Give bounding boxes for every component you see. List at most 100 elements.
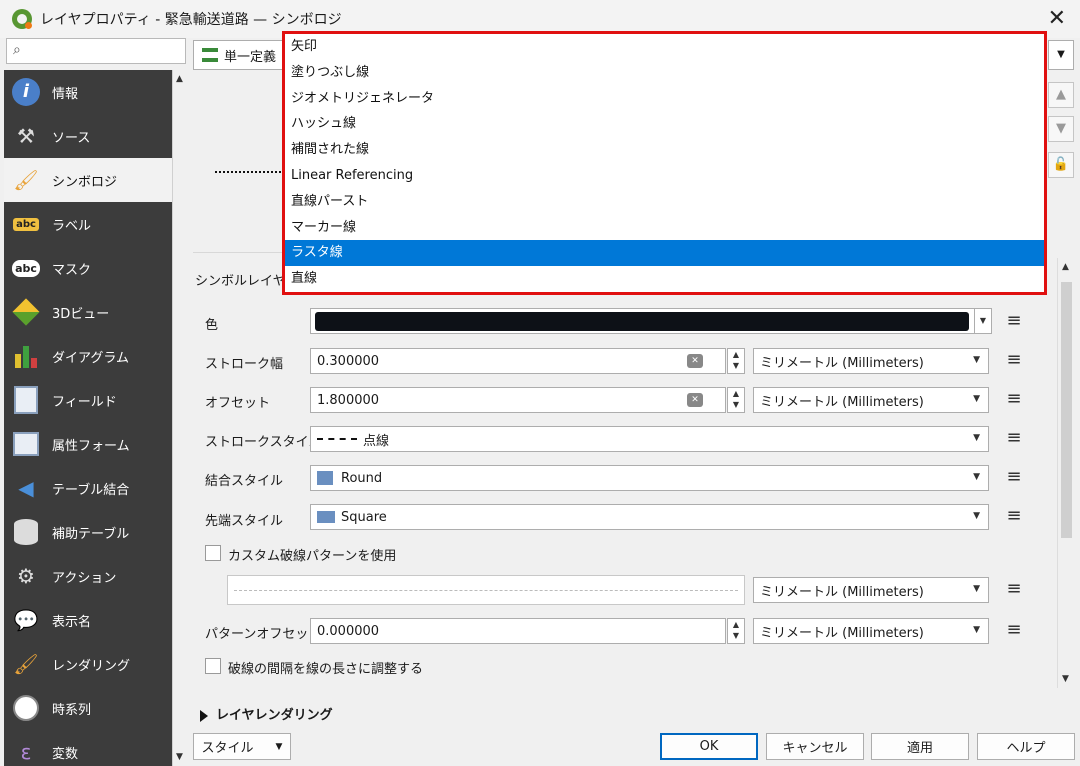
custom-dash-pattern-button[interactable] [227, 575, 745, 605]
scroll-down-icon[interactable]: ▼ [176, 752, 183, 762]
dropdown-item[interactable]: Linear Referencing [285, 163, 1044, 189]
scroll-down-icon[interactable]: ▼ [1062, 674, 1069, 684]
main-scrollbar[interactable]: ▲ ▼ [1057, 258, 1075, 688]
variables-icon: ε [20, 740, 32, 764]
move-down-icon[interactable]: ▼ [1048, 116, 1074, 142]
sidebar-item-label: 表示名 [52, 614, 92, 630]
symbol-layer-type-dropdown[interactable]: 矢印 塗りつぶし線 ジオメトリジェネレータ ハッシュ線 補間された線 Linea… [282, 31, 1047, 295]
data-defined-override-icon[interactable]: ≡ [1000, 578, 1028, 602]
sidebar-item-display[interactable]: 💬 表示名 [4, 598, 172, 642]
offset-value: 1.800000 [317, 392, 380, 408]
data-defined-override-icon[interactable]: ≡ [1000, 310, 1028, 334]
dropdown-item[interactable]: 塗りつぶし線 [285, 60, 1044, 86]
data-defined-override-icon[interactable]: ≡ [1000, 505, 1028, 529]
sidebar: i 情報 ⚒ ソース 🖌 シンボロジ abc ラベル abc マスク 3Dビュー… [4, 70, 172, 766]
cancel-button[interactable]: キャンセル [766, 733, 864, 760]
labels-icon: abc [10, 208, 42, 240]
sidebar-item-joins[interactable]: ◀ テーブル結合 [4, 466, 172, 510]
move-up-icon[interactable]: ▲ [1048, 82, 1074, 108]
sidebar-item-3d-view[interactable]: 3Dビュー [4, 290, 172, 334]
sidebar-scrollbar[interactable]: ▲ ▼ [172, 70, 188, 766]
clear-icon[interactable]: ✕ [687, 393, 703, 407]
diagram-icon [10, 340, 42, 372]
sidebar-item-label: ラベル [52, 218, 92, 234]
chevron-down-icon: ▼ [973, 394, 980, 404]
sidebar-item-actions[interactable]: ⚙ アクション [4, 554, 172, 598]
sidebar-item-label: 3Dビュー [52, 306, 110, 322]
stroke-style-select[interactable]: 点線 ▼ [310, 426, 989, 452]
stroke-width-unit-select[interactable]: ミリメートル (Millimeters) ▼ [753, 348, 989, 374]
ok-button[interactable]: OK [660, 733, 758, 760]
sidebar-item-symbology[interactable]: 🖌 シンボロジ [4, 158, 172, 202]
cap-style-label: 先端スタイル [205, 514, 284, 529]
layer-rendering-label: レイヤレンダリング [216, 708, 333, 723]
join-style-value: Round [341, 470, 383, 486]
scroll-up-icon[interactable]: ▲ [1062, 262, 1069, 272]
symbology-icon: 🖌 [13, 168, 39, 192]
dropdown-item[interactable]: ハッシュ線 [285, 111, 1044, 137]
data-defined-override-icon[interactable]: ≡ [1000, 388, 1028, 412]
chevron-down-icon: ▼ [973, 433, 980, 443]
layer-rendering-section[interactable]: レイヤレンダリング [200, 704, 333, 723]
offset-unit-select[interactable]: ミリメートル (Millimeters) ▼ [753, 387, 989, 413]
help-button[interactable]: ヘルプ [977, 733, 1075, 760]
pattern-offset-input[interactable]: 0.000000 [310, 618, 726, 644]
sidebar-item-label: レンダリング [52, 658, 131, 674]
expand-arrow-icon [200, 709, 208, 722]
sidebar-item-source[interactable]: ⚒ ソース [4, 114, 172, 158]
style-button[interactable]: スタイル ▼ [193, 733, 291, 760]
join-style-select[interactable]: Round ▼ [310, 465, 989, 491]
symbol-preview-line [215, 171, 285, 173]
window-title: レイヤプロパティ - 緊急輸送道路 — シンボロジ [40, 12, 342, 28]
sidebar-item-labels[interactable]: abc ラベル [4, 202, 172, 246]
stroke-style-value: 点線 [363, 433, 390, 449]
clear-icon[interactable]: ✕ [687, 354, 703, 368]
temporal-icon [10, 692, 42, 724]
stroke-width-input[interactable]: 0.300000 ✕ [310, 348, 726, 374]
3d-view-icon [10, 296, 42, 328]
apply-button[interactable]: 適用 [871, 733, 969, 760]
offset-spinner[interactable]: ▲ ▼ [727, 387, 745, 413]
sidebar-search-input[interactable]: ⌕ [6, 38, 186, 64]
sidebar-item-rendering[interactable]: 🖌 レンダリング [4, 642, 172, 686]
scrollbar-thumb[interactable] [1061, 282, 1072, 538]
pattern-offset-label: パターンオフセット [205, 627, 322, 642]
sidebar-item-diagram[interactable]: ダイアグラム [4, 334, 172, 378]
data-defined-override-icon[interactable]: ≡ [1000, 427, 1028, 451]
dropdown-item[interactable]: 直線パースト [285, 189, 1044, 215]
cap-style-select[interactable]: Square ▼ [310, 504, 989, 530]
pattern-offset-value: 0.000000 [317, 623, 380, 639]
dash-line-preview-icon [317, 438, 357, 440]
offset-input[interactable]: 1.800000 ✕ [310, 387, 726, 413]
scroll-up-icon[interactable]: ▲ [176, 74, 183, 84]
renderer-selector[interactable]: 単一定義 [193, 40, 285, 70]
stroke-width-spinner[interactable]: ▲ ▼ [727, 348, 745, 374]
chevron-down-icon: ▼ [973, 584, 980, 594]
close-icon[interactable]: ✕ [1048, 6, 1066, 31]
sidebar-item-fields[interactable]: フィールド [4, 378, 172, 422]
adjust-dash-checkbox[interactable] [205, 658, 221, 674]
sidebar-item-auxiliary-storage[interactable]: 補助テーブル [4, 510, 172, 554]
pattern-offset-spinner[interactable]: ▲ ▼ [727, 618, 745, 644]
sidebar-item-info[interactable]: i 情報 [4, 70, 172, 114]
custom-dash-label: カスタム破線パターンを使用 [228, 549, 397, 564]
data-defined-override-icon[interactable]: ≡ [1000, 349, 1028, 373]
sidebar-item-temporal[interactable]: 時系列 [4, 686, 172, 730]
dropdown-item[interactable]: 直線 [285, 266, 1044, 292]
sidebar-item-variables[interactable]: ε 変数 [4, 730, 172, 766]
dropdown-item-selected[interactable]: ラスタ線 [285, 240, 1044, 267]
lock-icon[interactable]: 🔓 [1048, 152, 1074, 178]
renderer-dropdown-arrow[interactable]: ▼ [1048, 40, 1074, 70]
dropdown-item[interactable]: 矢印 [285, 34, 1044, 60]
custom-dash-checkbox[interactable] [205, 545, 221, 561]
dropdown-item[interactable]: ジオメトリジェネレータ [285, 86, 1044, 112]
color-dropdown-arrow[interactable]: ▼ [974, 308, 992, 334]
dash-unit-select[interactable]: ミリメートル (Millimeters) ▼ [753, 577, 989, 603]
pattern-offset-unit-select[interactable]: ミリメートル (Millimeters) ▼ [753, 618, 989, 644]
data-defined-override-icon[interactable]: ≡ [1000, 619, 1028, 643]
dropdown-item[interactable]: マーカー線 [285, 215, 1044, 241]
sidebar-item-mask[interactable]: abc マスク [4, 246, 172, 290]
dropdown-item[interactable]: 補間された線 [285, 137, 1044, 163]
data-defined-override-icon[interactable]: ≡ [1000, 466, 1028, 490]
sidebar-item-attribute-form[interactable]: 属性フォーム [4, 422, 172, 466]
